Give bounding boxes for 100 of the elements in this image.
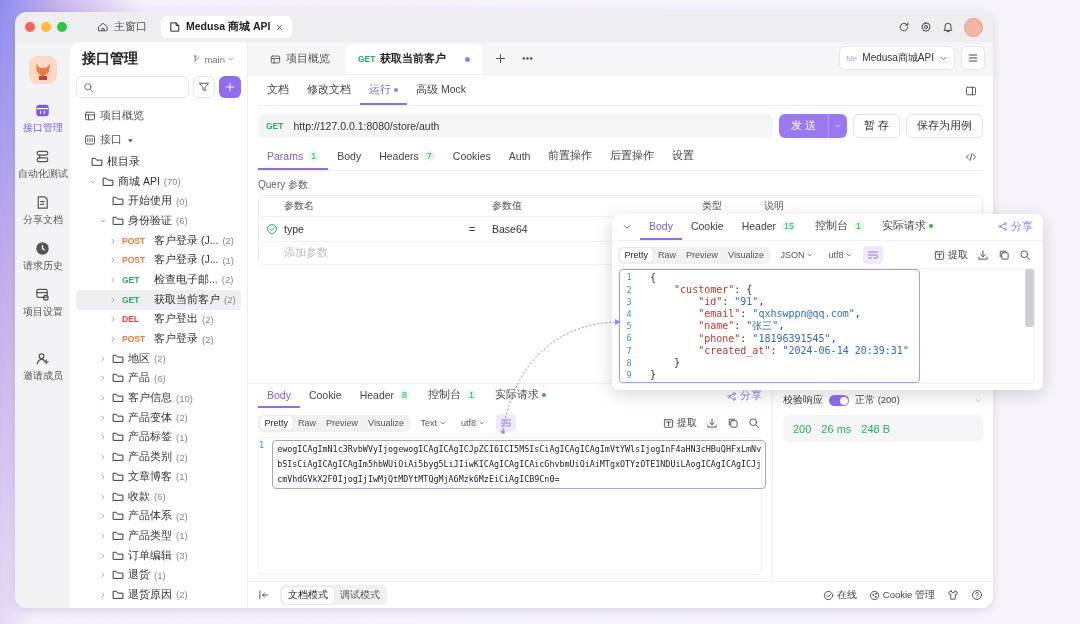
format-option[interactable]: Pretty bbox=[259, 416, 293, 430]
tree-item[interactable]: 产品体系 (2) bbox=[76, 506, 241, 527]
maximize-button[interactable] bbox=[57, 22, 67, 32]
save-as-case-button[interactable]: 保存为用例 bbox=[906, 114, 983, 138]
nav-item[interactable]: 接口管理 bbox=[15, 96, 70, 142]
refresh-icon[interactable] bbox=[898, 21, 910, 33]
dropdown[interactable]: utf8 bbox=[456, 418, 490, 428]
format-option[interactable]: Preview bbox=[321, 416, 364, 430]
section-header[interactable]: 接口 bbox=[76, 128, 241, 152]
extract-button[interactable]: 提取 bbox=[934, 248, 968, 263]
nav-item[interactable]: 自动化测试 bbox=[15, 142, 70, 188]
format-option[interactable]: Raw bbox=[293, 416, 322, 430]
nav-item[interactable]: 邀请成员 bbox=[15, 344, 70, 390]
tab[interactable]: 控制台 1 bbox=[806, 214, 874, 240]
nav-item[interactable]: 请求历史 bbox=[15, 234, 70, 280]
tab[interactable]: Auth bbox=[499, 144, 540, 170]
tab[interactable]: Headers 7 bbox=[370, 144, 444, 170]
tab[interactable]: 控制台 1 bbox=[419, 384, 487, 408]
settings-icon[interactable] bbox=[920, 21, 932, 33]
tree-item[interactable]: 根目录 bbox=[76, 152, 241, 172]
filter-button[interactable] bbox=[193, 76, 215, 98]
close-icon[interactable] bbox=[275, 22, 285, 32]
tab[interactable]: 修改文档 bbox=[298, 77, 360, 105]
tab[interactable]: 实际请求 bbox=[873, 214, 943, 240]
nav-item[interactable]: 分享文档 bbox=[15, 188, 70, 234]
scrollbar[interactable] bbox=[1025, 269, 1034, 328]
toggle-switch[interactable] bbox=[829, 395, 849, 406]
tab[interactable]: Cookies bbox=[443, 144, 500, 170]
tree-item[interactable]: 开始使用 (0) bbox=[76, 191, 241, 212]
tree-item[interactable]: 身份验证 (6) bbox=[76, 211, 241, 231]
tree-item[interactable]: 收款 (6) bbox=[76, 486, 241, 507]
tree-item[interactable]: 产品标签 (1) bbox=[76, 427, 241, 448]
tree-item[interactable]: POST 客户登录 (J... (2) bbox=[76, 230, 241, 251]
wrap-button[interactable] bbox=[863, 246, 884, 265]
search-field[interactable] bbox=[76, 76, 189, 98]
tree-item[interactable]: GET 检查电子邮... (2) bbox=[76, 270, 241, 290]
tree-item[interactable]: 退货 (1) bbox=[76, 565, 241, 586]
online-status[interactable]: 在线 bbox=[822, 588, 857, 602]
tree-item[interactable]: 产品类型 (1) bbox=[76, 526, 241, 546]
dropdown[interactable]: JSON bbox=[776, 250, 819, 261]
format-option[interactable]: Preview bbox=[681, 248, 724, 263]
tree-item[interactable]: POST 客户登录 (2) bbox=[76, 329, 241, 349]
tab[interactable]: Header 8 bbox=[350, 384, 420, 408]
tab[interactable]: 高级 Mock bbox=[407, 77, 475, 105]
tab[interactable]: 设置 bbox=[663, 144, 704, 170]
cookie-manager-button[interactable]: Cookie 管理 bbox=[868, 588, 935, 602]
nav-item[interactable]: 项目设置 bbox=[15, 280, 70, 326]
tree-item[interactable]: GET 获取当前客户 (2) bbox=[76, 289, 241, 310]
editor-tab[interactable]: GET 获取当前客户 bbox=[346, 44, 483, 74]
copy-icon[interactable] bbox=[998, 249, 1010, 262]
tree-item[interactable]: 产品 (6) bbox=[76, 368, 241, 389]
copy-icon[interactable] bbox=[727, 417, 739, 429]
editor-tab[interactable]: 项目概览 bbox=[258, 44, 342, 74]
plus-icon[interactable] bbox=[494, 51, 508, 65]
bell-icon[interactable] bbox=[942, 21, 954, 33]
tree-item[interactable]: 文章博客 (1) bbox=[76, 467, 241, 487]
tab[interactable]: 运行 bbox=[360, 77, 407, 105]
extract-button[interactable]: 提取 bbox=[663, 416, 697, 430]
tab[interactable]: Body bbox=[328, 144, 371, 170]
format-option[interactable]: Pretty bbox=[619, 248, 653, 263]
close-button[interactable] bbox=[25, 22, 35, 32]
code-icon[interactable] bbox=[965, 151, 977, 163]
status-dropdown[interactable]: 正常 (200) bbox=[855, 394, 983, 407]
search-icon[interactable] bbox=[1019, 249, 1031, 262]
dropdown[interactable]: utf8 bbox=[824, 250, 858, 261]
tree-item[interactable]: 商城 API (70) bbox=[76, 171, 241, 192]
tab[interactable]: 实际请求 bbox=[486, 384, 556, 408]
format-option[interactable]: Visualize bbox=[363, 416, 409, 430]
help-icon[interactable] bbox=[971, 589, 983, 601]
window-tab[interactable]: Medusa 商城 API bbox=[161, 16, 293, 38]
mode-option[interactable]: 文档模式 bbox=[281, 586, 334, 604]
tab[interactable]: Header 15 bbox=[732, 214, 807, 240]
tab[interactable]: 后置操作 bbox=[601, 144, 664, 170]
tree-item[interactable]: 客户信息 (10) bbox=[76, 388, 241, 408]
wrap-button[interactable] bbox=[495, 414, 516, 432]
tab[interactable]: Body bbox=[640, 214, 682, 240]
tree-item[interactable]: 地区 (2) bbox=[76, 348, 241, 369]
tab[interactable]: 文档 bbox=[258, 77, 298, 105]
shirt-icon[interactable] bbox=[947, 589, 959, 601]
search-icon[interactable] bbox=[748, 417, 760, 429]
tree-item[interactable]: DEL 客户登出 (2) bbox=[76, 309, 241, 330]
tree-item[interactable]: 产品变体 (2) bbox=[76, 407, 241, 428]
project-selector[interactable]: Me Medusa商城API bbox=[839, 46, 955, 70]
panel-icon[interactable] bbox=[965, 85, 977, 97]
window-tab[interactable]: 主窗口 bbox=[89, 16, 155, 38]
add-button[interactable] bbox=[219, 76, 241, 98]
tab[interactable]: 前置操作 bbox=[539, 144, 602, 170]
collapse-icon[interactable] bbox=[258, 589, 270, 601]
download-icon[interactable] bbox=[706, 417, 718, 429]
tree-item[interactable]: 产品类别 (2) bbox=[76, 447, 241, 467]
save-button[interactable]: 暂 存 bbox=[853, 114, 900, 138]
tree-item[interactable]: 订单编辑 (3) bbox=[76, 545, 241, 566]
format-option[interactable]: Visualize bbox=[723, 248, 769, 263]
tab[interactable]: Cookie bbox=[299, 384, 351, 408]
dropdown[interactable]: Text bbox=[416, 418, 451, 428]
url-field[interactable]: GET http://127.0.0.1:8080/store/auth bbox=[258, 114, 774, 138]
tab[interactable]: Body bbox=[258, 384, 300, 408]
mode-option[interactable]: 调试模式 bbox=[333, 586, 386, 604]
format-option[interactable]: Raw bbox=[653, 248, 682, 263]
menu-button[interactable] bbox=[961, 46, 985, 70]
